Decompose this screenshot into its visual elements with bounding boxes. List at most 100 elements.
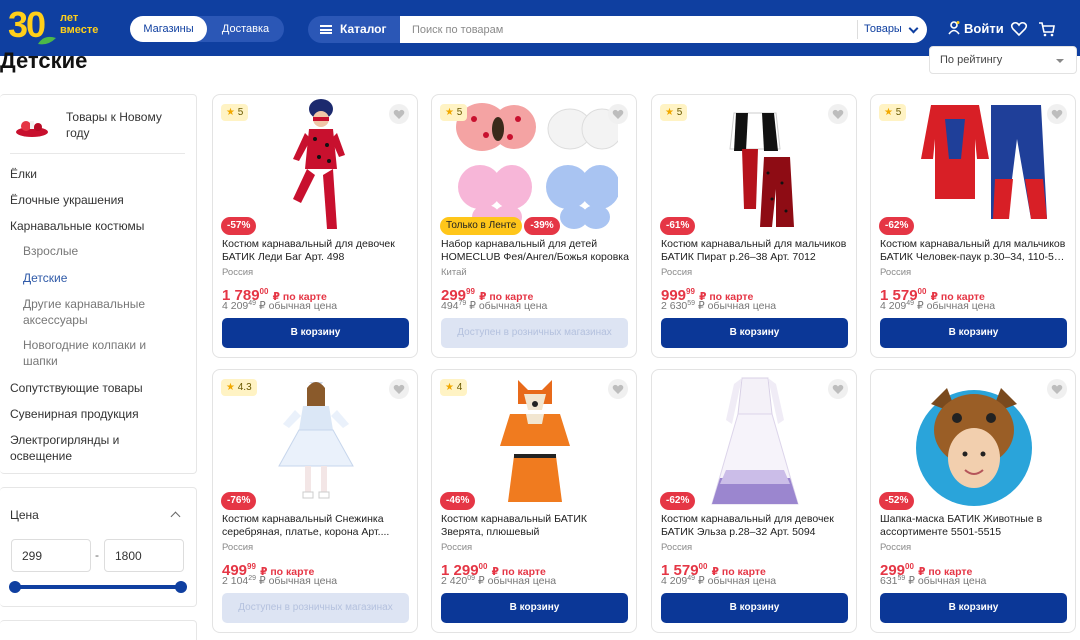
price-max-input[interactable]: [104, 539, 184, 572]
catalog-button[interactable]: Каталог: [308, 16, 404, 43]
product-name[interactable]: Костюм карнавальный БАТИК Зверята, плюше…: [441, 513, 631, 539]
promo-image: [16, 121, 48, 137]
old-price-integer: 4 209: [880, 300, 907, 312]
add-to-cart-button[interactable]: В корзину: [880, 593, 1067, 623]
heart-icon: [612, 384, 624, 394]
sidebar-item-hats[interactable]: Новогодние колпаки и шапки: [23, 337, 163, 369]
product-country: Россия: [661, 267, 693, 278]
product-image[interactable]: [891, 99, 1057, 233]
sidebar-promo-new-year[interactable]: Товары к Новому году: [10, 107, 185, 153]
available-in-stores-button[interactable]: Доступен в розничных магазинах: [441, 318, 628, 348]
rating-value: 4: [456, 382, 463, 393]
product-card-animal-hat[interactable]: -52% Шапка-маска БАТИК Животные в ассорти…: [870, 369, 1076, 633]
add-to-cart-button[interactable]: В корзину: [880, 318, 1067, 348]
sidebar-item-souvenirs[interactable]: Сувенирная продукция: [10, 406, 139, 422]
product-country: Россия: [441, 542, 473, 553]
old-price-decimal: 29: [248, 575, 257, 582]
add-to-cart-button[interactable]: В корзину: [661, 318, 848, 348]
product-name[interactable]: Костюм карнавальный Снежинка серебряная,…: [222, 513, 412, 539]
favorite-button[interactable]: [1047, 379, 1067, 399]
heart-icon: [832, 109, 844, 119]
old-price-suffix: ₽ обычная цена: [917, 300, 996, 312]
product-name[interactable]: Шапка-маска БАТИК Животные в ассортимент…: [880, 513, 1070, 539]
category-sidebar: Товары к Новому году Ёлки Ёлочные украше…: [0, 94, 197, 474]
product-name[interactable]: Костюм карнавальный для девочек БАТИК Ле…: [222, 238, 412, 264]
heart-icon[interactable]: [1010, 20, 1028, 38]
product-image[interactable]: [452, 99, 623, 233]
sidebar-item-adults[interactable]: Взрослые: [23, 243, 78, 259]
product-card-fairy-wings[interactable]: ★ 5 Только в Ленте -39% Набор карнавальный …: [431, 94, 637, 358]
sidebar-item-accessories[interactable]: Другие карнавальные аксессуары: [23, 296, 173, 328]
favorite-button[interactable]: [828, 104, 848, 124]
product-name[interactable]: Костюм карнавальный для мальчиков БАТИК …: [880, 238, 1070, 264]
product-image[interactable]: [233, 99, 399, 233]
sidebar-item-related[interactable]: Сопутствующие товары: [10, 380, 143, 396]
price-min-input[interactable]: [11, 539, 91, 572]
product-image[interactable]: [452, 374, 618, 508]
sidebar-item-lights[interactable]: Электрогирлянды и освещение: [10, 432, 150, 464]
catalog-label: Каталог: [340, 22, 387, 36]
product-card-ladybug[interactable]: ★ 5 -57% Костюм карнавальный для девочек Б…: [212, 94, 418, 358]
promo-label: Товары к Новому году: [66, 110, 162, 140]
product-image[interactable]: [672, 374, 838, 508]
star-icon: ★: [884, 107, 893, 118]
product-name[interactable]: Костюм карнавальный для мальчиков БАТИК …: [661, 238, 851, 264]
discount-badge: -39%: [524, 217, 560, 235]
discount-badge: -62%: [660, 492, 696, 510]
heart-icon: [393, 109, 405, 119]
chevron-up-icon[interactable]: [170, 511, 181, 522]
product-card-spiderman[interactable]: ★ 5 -62% Костюм карнавальный для мальчиков…: [870, 94, 1076, 358]
heart-icon: [832, 384, 844, 394]
discount-badge: -61%: [660, 217, 696, 235]
available-in-stores-button[interactable]: Доступен в розничных магазинах: [222, 593, 409, 623]
favorite-button[interactable]: [828, 379, 848, 399]
old-price-suffix: ₽ обычная цена: [259, 575, 338, 587]
price-range-slider[interactable]: [9, 581, 187, 593]
sidebar-item-trees[interactable]: Ёлки: [10, 166, 37, 182]
divider: [10, 153, 185, 154]
slider-min-handle[interactable]: [9, 581, 21, 593]
logo-text: лет вместе: [60, 12, 99, 36]
search-input[interactable]: [400, 16, 855, 43]
rating-value: 5: [456, 107, 463, 118]
tab-stores[interactable]: Магазины: [130, 16, 207, 42]
product-card-snowflake[interactable]: ★ 4.3 -76% Костюм карнавальный Снежинка се…: [212, 369, 418, 633]
favorite-button[interactable]: [608, 104, 628, 124]
favorite-button[interactable]: [389, 379, 409, 399]
product-card-fox[interactable]: ★ 4 -46% Костюм карнавальный БАТИК Зверята…: [431, 369, 637, 633]
badge-row: -52%: [879, 490, 915, 510]
rating-badge: ★ 5: [221, 104, 249, 121]
add-to-cart-button[interactable]: В корзину: [441, 593, 628, 623]
search-scope-dropdown[interactable]: Товары: [857, 20, 925, 39]
chevron-down-icon: [1056, 59, 1064, 63]
regular-price: 4 20949 ₽ обычная цена: [661, 575, 776, 587]
product-name[interactable]: Костюм карнавальный для девочек БАТИК Эл…: [661, 513, 851, 539]
rating-badge: ★ 5: [879, 104, 907, 121]
sidebar-item-kids[interactable]: Детские: [23, 270, 67, 286]
top-header: 30 лет вместе Магазины Доставка Каталог …: [0, 0, 1080, 56]
favorite-button[interactable]: [389, 104, 409, 124]
heart-icon: [393, 384, 405, 394]
product-card-pirate[interactable]: ★ 5 -61% Костюм карнавальный для мальчиков…: [651, 94, 857, 358]
product-image[interactable]: [891, 374, 1057, 508]
add-to-cart-button[interactable]: В корзину: [222, 318, 409, 348]
sidebar-item-costumes[interactable]: Карнавальные костюмы: [10, 218, 144, 234]
product-image[interactable]: [672, 99, 838, 233]
add-to-cart-button[interactable]: В корзину: [661, 593, 848, 623]
tab-delivery[interactable]: Доставка: [207, 16, 284, 42]
sort-dropdown[interactable]: По рейтингу: [929, 46, 1077, 74]
favorite-button[interactable]: [608, 379, 628, 399]
heart-icon: [1051, 109, 1063, 119]
login-button[interactable]: Войти: [946, 18, 1004, 40]
discount-badge: -76%: [221, 492, 257, 510]
favorite-button[interactable]: [1047, 104, 1067, 124]
slider-max-handle[interactable]: [175, 581, 187, 593]
sidebar-item-decorations[interactable]: Ёлочные украшения: [10, 192, 124, 208]
product-card-elsa[interactable]: -62% Костюм карнавальный для девочек БАТИ…: [651, 369, 857, 633]
product-name[interactable]: Набор карнавальный для детей HOMECLUB Фе…: [441, 238, 631, 264]
lenta-logo[interactable]: 30 лет вместе: [8, 4, 108, 50]
regular-price: 2 42009 ₽ обычная цена: [441, 575, 556, 587]
cart-icon[interactable]: [1038, 20, 1056, 38]
price-range-dash: -: [95, 548, 99, 562]
product-image[interactable]: [233, 374, 399, 508]
